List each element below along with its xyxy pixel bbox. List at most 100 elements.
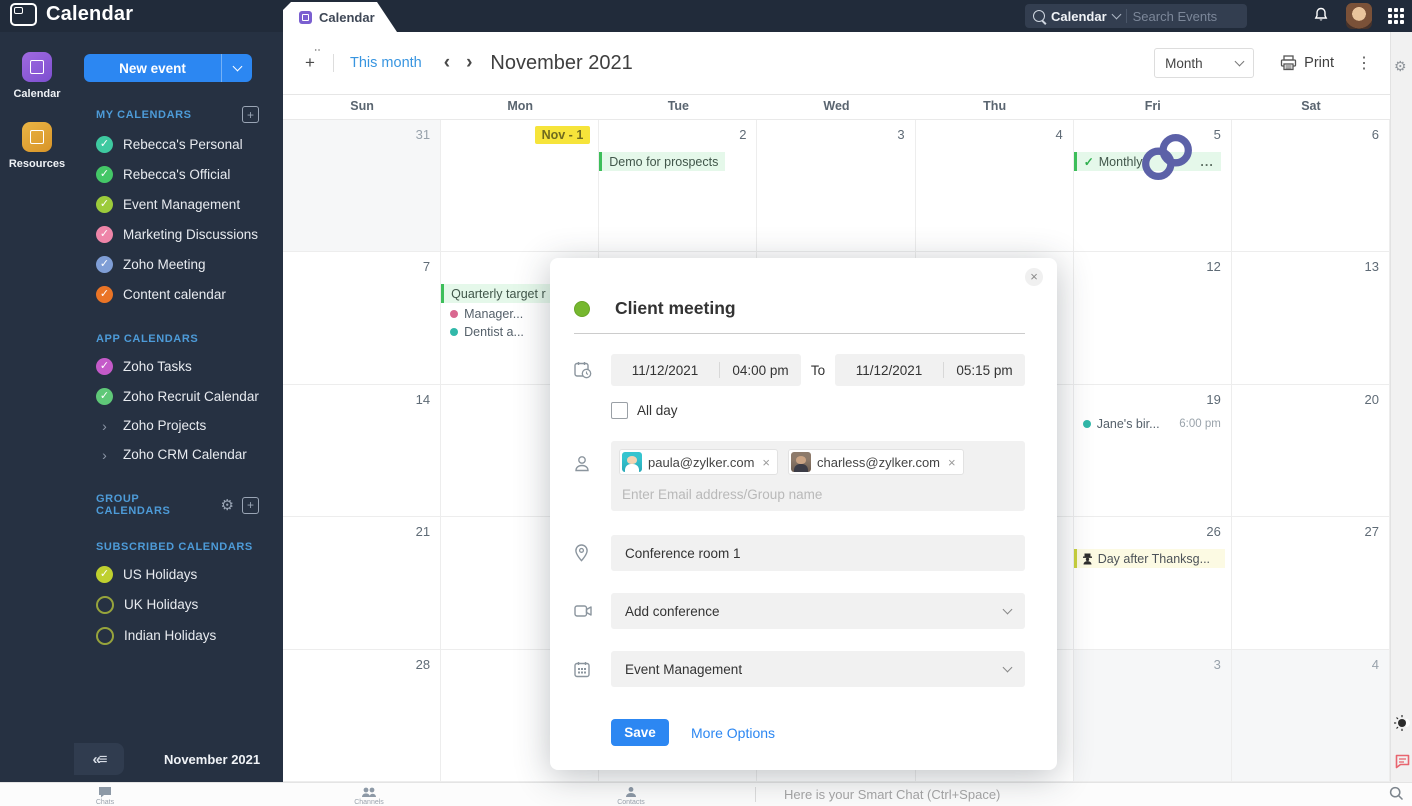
- calendar-checkbox[interactable]: ✓: [96, 358, 113, 375]
- end-time-field[interactable]: 05:15 pm: [944, 363, 1025, 378]
- calendar-cell[interactable]: 4: [1232, 650, 1390, 782]
- calendar-cell[interactable]: 21: [283, 517, 441, 649]
- sidebar-item-uk-holidays[interactable]: UK Holidays: [84, 589, 283, 620]
- calendar-cell[interactable]: Nov - 1: [441, 120, 599, 252]
- expand-chevron-icon[interactable]: ›: [96, 418, 113, 434]
- date-number[interactable]: 5: [1214, 127, 1221, 142]
- holiday-event-block[interactable]: Day after Thanksg...: [1074, 549, 1225, 568]
- close-icon[interactable]: ×: [1025, 268, 1043, 286]
- date-number[interactable]: 19: [1206, 392, 1220, 407]
- new-event-button[interactable]: New event: [84, 54, 252, 82]
- next-month-button[interactable]: ›: [458, 52, 480, 74]
- user-avatar[interactable]: [1346, 3, 1372, 29]
- sidebar-item-zoho-crm-calendar[interactable]: ›Zoho CRM Calendar: [84, 440, 283, 469]
- apps-grid-icon[interactable]: [1388, 8, 1404, 24]
- calendar-cell[interactable]: 27: [1232, 517, 1390, 649]
- theme-toggle-icon[interactable]: [1394, 715, 1410, 736]
- date-number[interactable]: 14: [416, 392, 430, 407]
- print-button[interactable]: Print: [1280, 55, 1334, 71]
- date-number[interactable]: 31: [416, 127, 430, 142]
- sidebar-item-marketing-discussions[interactable]: ✓Marketing Discussions: [84, 219, 283, 249]
- sidebar-item-zoho-meeting[interactable]: ✓Zoho Meeting: [84, 249, 283, 279]
- end-date-field[interactable]: 11/12/2021: [835, 363, 943, 378]
- date-number[interactable]: 7: [423, 259, 430, 274]
- date-number[interactable]: 12: [1206, 259, 1220, 274]
- calendar-checkbox[interactable]: ✓: [96, 256, 113, 273]
- save-button[interactable]: Save: [611, 719, 669, 746]
- sidebar-item-zoho-tasks[interactable]: ✓Zoho Tasks: [84, 351, 283, 381]
- date-number[interactable]: 4: [1372, 657, 1379, 672]
- calendar-cell[interactable]: 2 Demo for prospects: [599, 120, 757, 252]
- calendar-cell[interactable]: 20: [1232, 385, 1390, 517]
- date-number[interactable]: 28: [416, 657, 430, 672]
- channels-button[interactable]: Channels: [357, 786, 381, 806]
- search-bar[interactable]: Calendar Search Events: [1025, 4, 1247, 28]
- tab-calendar[interactable]: Calendar: [283, 2, 397, 32]
- date-number[interactable]: 21: [416, 524, 430, 539]
- event-dot-item[interactable]: Jane's bir...6:00 pm: [1074, 417, 1231, 431]
- collapse-sidebar-button[interactable]: «≡: [74, 743, 124, 775]
- chats-button[interactable]: Chats: [93, 786, 117, 806]
- sidebar-item-rebecca-s-personal[interactable]: ✓Rebecca's Personal: [84, 129, 283, 159]
- remove-attendee-icon[interactable]: ×: [762, 455, 770, 470]
- prev-month-button[interactable]: ‹: [436, 52, 458, 74]
- calendar-checkbox[interactable]: [96, 596, 114, 614]
- more-actions-kebab[interactable]: ⋮: [1356, 53, 1372, 73]
- feedback-chat-icon[interactable]: [1395, 754, 1410, 774]
- expand-chevron-icon[interactable]: ›: [96, 447, 113, 463]
- calendar-checkbox[interactable]: ✓: [96, 136, 113, 153]
- this-month-link[interactable]: This month: [350, 55, 422, 71]
- calendar-cell[interactable]: 3: [757, 120, 915, 252]
- date-number[interactable]: 6: [1372, 127, 1379, 142]
- calendar-cell[interactable]: 13: [1232, 252, 1390, 384]
- event-block[interactable]: Quarterly target r: [441, 284, 552, 303]
- calendar-cell[interactable]: 14: [283, 385, 441, 517]
- date-number[interactable]: 20: [1365, 392, 1379, 407]
- view-select[interactable]: Month: [1154, 48, 1254, 78]
- calendar-select[interactable]: Event Management: [611, 651, 1025, 687]
- sidebar-item-zoho-projects[interactable]: ›Zoho Projects: [84, 411, 283, 440]
- calendar-cell[interactable]: 4: [916, 120, 1074, 252]
- smart-chat-input[interactable]: Here is your Smart Chat (Ctrl+Space): [784, 787, 1000, 802]
- calendar-cell[interactable]: 6: [1232, 120, 1390, 252]
- date-number[interactable]: 4: [1055, 127, 1062, 142]
- calendar-checkbox[interactable]: ✓: [96, 566, 113, 583]
- date-number[interactable]: 27: [1365, 524, 1379, 539]
- calendar-checkbox[interactable]: ✓: [96, 166, 113, 183]
- calendar-checkbox[interactable]: ✓: [96, 196, 113, 213]
- calendar-cell[interactable]: 26 Day after Thanksg...: [1074, 517, 1232, 649]
- calendar-cell[interactable]: 12: [1074, 252, 1232, 384]
- location-field[interactable]: Conference room 1: [611, 535, 1025, 571]
- search-input[interactable]: Search Events: [1133, 9, 1218, 24]
- sidebar-item-rebecca-s-official[interactable]: ✓Rebecca's Official: [84, 159, 283, 189]
- date-number[interactable]: 26: [1206, 524, 1220, 539]
- calendar-cell[interactable]: 19 Jane's bir...6:00 pm: [1074, 385, 1232, 517]
- calendar-checkbox[interactable]: ✓: [96, 286, 113, 303]
- customize-view-icon[interactable]: +˙˙: [305, 53, 323, 73]
- all-day-checkbox[interactable]: [611, 402, 628, 419]
- bottom-search-icon[interactable]: [1389, 786, 1404, 806]
- event-block[interactable]: ✓Monthly...: [1074, 152, 1221, 171]
- calendar-cell[interactable]: 5 ✓Monthly...: [1074, 120, 1232, 252]
- notifications-bell-icon[interactable]: [1313, 7, 1329, 23]
- date-number[interactable]: 3: [1214, 657, 1221, 672]
- event-block[interactable]: Demo for prospects: [599, 152, 725, 171]
- settings-gear-icon[interactable]: ⚙: [1394, 58, 1407, 75]
- start-date-field[interactable]: 11/12/2021: [611, 363, 719, 378]
- sidebar-item-indian-holidays[interactable]: Indian Holidays: [84, 620, 283, 651]
- calendar-cell[interactable]: 7: [283, 252, 441, 384]
- calendar-checkbox[interactable]: ✓: [96, 388, 113, 405]
- search-scope-select[interactable]: Calendar: [1051, 9, 1107, 24]
- sidebar-item-content-calendar[interactable]: ✓Content calendar: [84, 279, 283, 309]
- calendar-checkbox[interactable]: ✓: [96, 226, 113, 243]
- sidebar-item-zoho-recruit-calendar[interactable]: ✓Zoho Recruit Calendar: [84, 381, 283, 411]
- attendee-input[interactable]: Enter Email address/Group name: [619, 487, 1017, 502]
- event-title[interactable]: Client meeting: [615, 298, 736, 319]
- attendees-input-box[interactable]: paula@zylker.com × charless@zylker.com ×…: [611, 441, 1025, 511]
- contacts-button[interactable]: Contacts: [619, 786, 643, 806]
- calendar-checkbox[interactable]: [96, 627, 114, 645]
- group-settings-gear-icon[interactable]: ⚙: [221, 498, 234, 513]
- calendar-cell[interactable]: 31: [283, 120, 441, 252]
- sidebar-item-event-management[interactable]: ✓Event Management: [84, 189, 283, 219]
- date-number[interactable]: 2: [739, 127, 746, 142]
